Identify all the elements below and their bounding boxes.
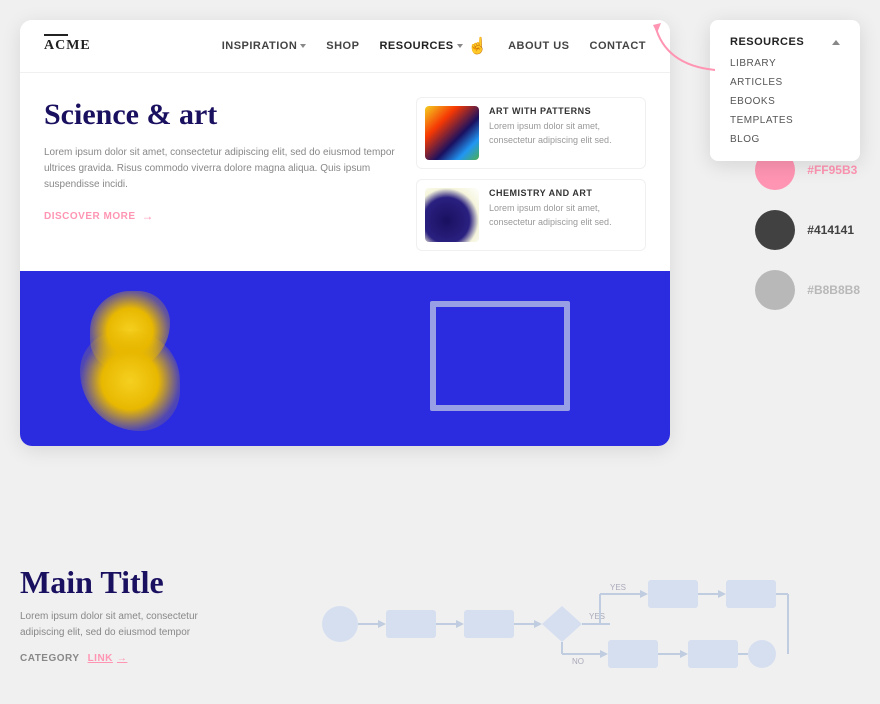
swatch-label-pink: #FF95B3 [807, 163, 857, 177]
nav-contact-label: CONTACT [590, 40, 646, 52]
card-content: CHEMISTRY AND ART Lorem ipsum dolor sit … [489, 188, 637, 229]
chevron-down-icon [457, 44, 463, 48]
swatch-dark: #414141 [755, 210, 860, 250]
arrow-head [534, 620, 542, 628]
bottom-section: Main Title Lorem ipsum dolor sit amet, c… [20, 564, 860, 684]
hero-left: Science & art Lorem ipsum dolor sit amet… [44, 97, 396, 251]
main-title-body: Lorem ipsum dolor sit amet, consectetur … [20, 609, 220, 641]
main-title-card: Main Title Lorem ipsum dolor sit amet, c… [20, 564, 220, 664]
swatch-label-dark: #414141 [807, 223, 854, 237]
dropdown-item-library[interactable]: LIBRARY [730, 58, 840, 69]
art-patterns-image [425, 106, 479, 160]
hero-title: Science & art [44, 97, 396, 133]
main-title-footer: CATEGORY LINK → [20, 653, 220, 664]
flowchart-rect2 [464, 610, 514, 638]
arrow-right-icon: → [142, 209, 155, 223]
dropdown-item-ebooks[interactable]: EBOOKS [730, 96, 840, 107]
nav-item-about[interactable]: ABOUT US [508, 40, 569, 52]
discover-more-link[interactable]: DISCOVER MORE → [44, 209, 396, 223]
navigation: ACME INSPIRATION SHOP RESOURCES ☝ ABOUT … [20, 20, 670, 73]
nav-item-resources[interactable]: RESOURCES ☝ [379, 36, 488, 56]
dropdown-item-blog[interactable]: BLOG [730, 134, 840, 145]
smoke-cloud-decoration [80, 291, 200, 431]
page-wrapper: ACME INSPIRATION SHOP RESOURCES ☝ ABOUT … [0, 0, 880, 704]
link-arrow-icon: → [117, 653, 128, 664]
main-title-heading: Main Title [20, 564, 220, 601]
dropdown-item-articles[interactable]: ARTICLES [730, 77, 840, 88]
hero-section: Science & art Lorem ipsum dolor sit amet… [20, 73, 670, 271]
link-text: LINK [88, 653, 113, 664]
nav-about-label: ABOUT US [508, 40, 569, 52]
flowchart-start-node [322, 606, 358, 642]
frame-decoration [430, 301, 570, 411]
pink-arrow-annotation [645, 15, 725, 75]
swatch-label-gray: #B8B8B8 [807, 283, 860, 297]
website-card: ACME INSPIRATION SHOP RESOURCES ☝ ABOUT … [20, 20, 670, 446]
arrow-head [456, 620, 464, 628]
dropdown-item-templates[interactable]: TEMPLATES [730, 115, 840, 126]
resources-dropdown: RESOURCES LIBRARY ARTICLES EBOOKS TEMPLA… [710, 20, 860, 161]
chevron-up-icon [832, 40, 840, 45]
flowchart-svg: YES YES NO [240, 564, 860, 684]
swatch-circle-dark [755, 210, 795, 250]
cursor-icon: ☝ [468, 36, 488, 56]
card-content: ART WITH PATTERNS Lorem ipsum dolor sit … [489, 106, 637, 147]
swatch-circle-gray [755, 270, 795, 310]
chemistry-art-image [425, 188, 479, 242]
hero-body: Lorem ipsum dolor sit amet, consectetur … [44, 145, 396, 193]
chevron-down-icon [300, 44, 306, 48]
flowchart-rect3 [648, 580, 698, 608]
flowchart-end-node [748, 640, 776, 668]
yes-label-top: YES [610, 583, 626, 592]
card-chemistry-art: CHEMISTRY AND ART Lorem ipsum dolor sit … [416, 179, 646, 251]
swatch-gray: #B8B8B8 [755, 270, 860, 310]
nav-item-contact[interactable]: CONTACT [590, 40, 646, 52]
hero-bg [20, 271, 670, 446]
hero-full-image [20, 271, 670, 446]
nav-shop-label: SHOP [326, 40, 359, 52]
flowchart-rect5 [608, 640, 658, 668]
dropdown-items: LIBRARY ARTICLES EBOOKS TEMPLATES BLOG [730, 58, 840, 145]
nav-logo: ACME [44, 38, 91, 54]
link-label[interactable]: LINK → [88, 653, 128, 664]
no-label: NO [572, 657, 584, 666]
flowchart-rect1 [386, 610, 436, 638]
nav-item-inspiration[interactable]: INSPIRATION [222, 40, 307, 52]
arrow-head [378, 620, 386, 628]
card-body: Lorem ipsum dolor sit amet, consectetur … [489, 120, 637, 147]
nav-item-shop[interactable]: SHOP [326, 40, 359, 52]
card-body: Lorem ipsum dolor sit amet, consectetur … [489, 202, 637, 229]
flowchart-diamond [542, 606, 582, 642]
flowchart-rect6 [688, 640, 738, 668]
discover-label: DISCOVER MORE [44, 211, 136, 222]
card-art-patterns: ART WITH PATTERNS Lorem ipsum dolor sit … [416, 97, 646, 169]
card-title: ART WITH PATTERNS [489, 106, 637, 116]
dropdown-header: RESOURCES [730, 36, 840, 48]
nav-items: INSPIRATION SHOP RESOURCES ☝ ABOUT US CO… [222, 36, 646, 56]
yes-label: YES [589, 612, 605, 621]
hero-cards: ART WITH PATTERNS Lorem ipsum dolor sit … [416, 97, 646, 251]
flowchart: YES YES NO [240, 564, 860, 684]
dropdown-title: RESOURCES [730, 36, 804, 48]
card-title: CHEMISTRY AND ART [489, 188, 637, 198]
nav-inspiration-label: INSPIRATION [222, 40, 298, 52]
nav-resources-label: RESOURCES [379, 40, 453, 52]
category-label: CATEGORY [20, 653, 80, 664]
flowchart-rect4 [726, 580, 776, 608]
